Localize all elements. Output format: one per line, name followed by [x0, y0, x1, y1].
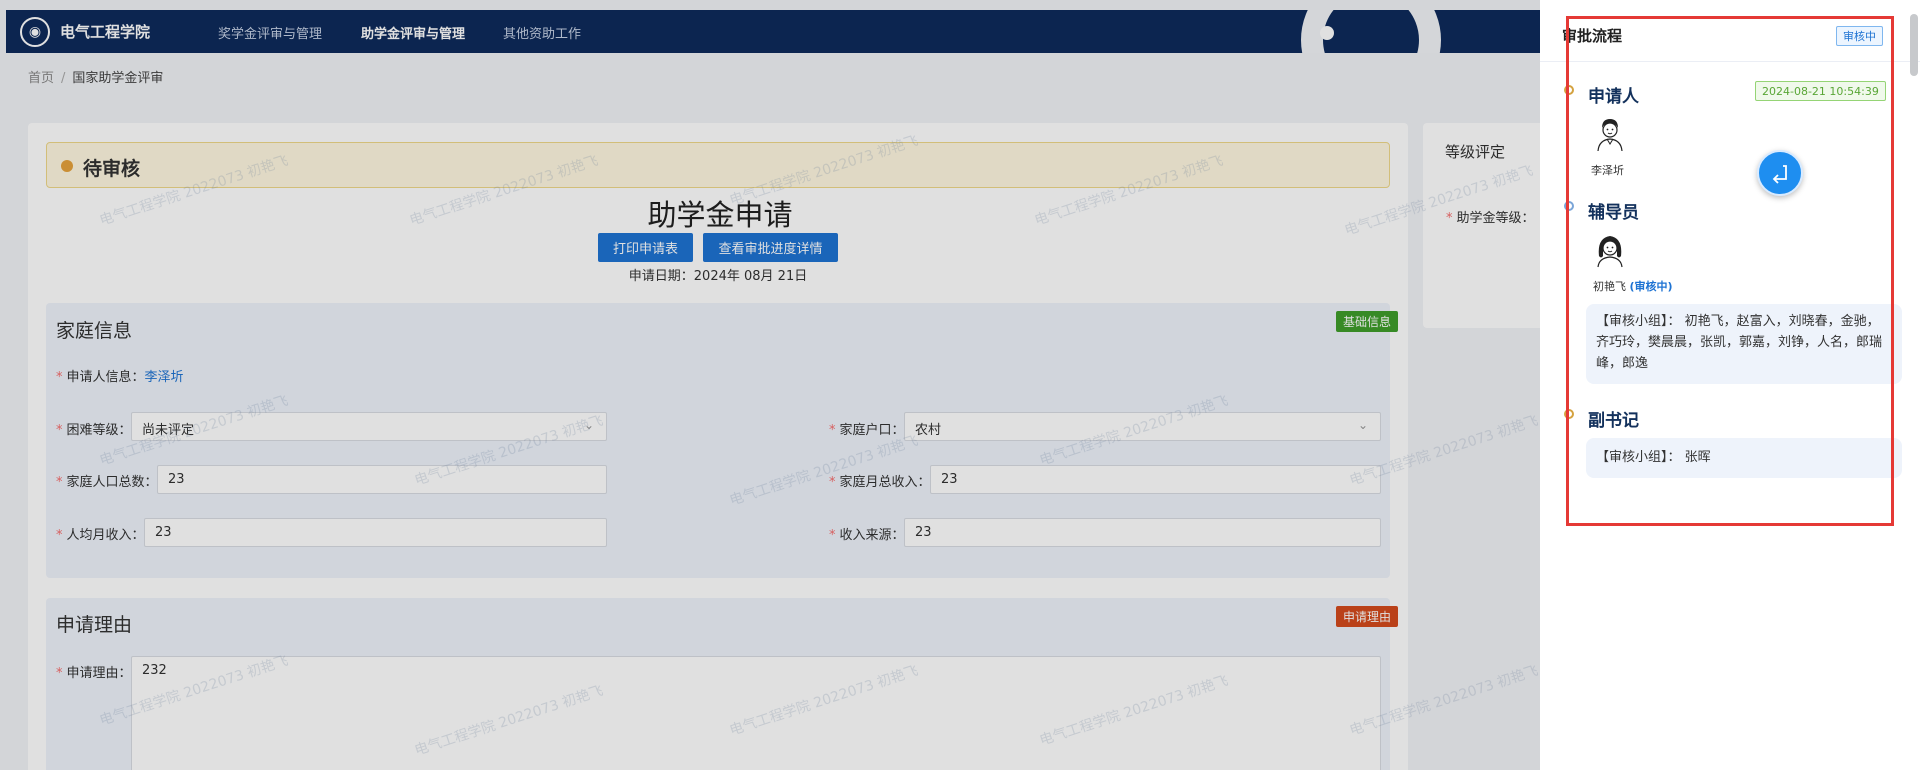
drawer-status-badge: 审核中 — [1836, 26, 1883, 46]
drawer-header: 审批流程 审核中 — [1540, 0, 1920, 62]
counselor-name-row: 初艳飞 (审核中) — [1593, 278, 1673, 294]
timeline-dot — [1564, 85, 1574, 95]
step-counselor-title: 辅导员 — [1588, 203, 1639, 223]
male-avatar-icon — [1597, 119, 1623, 152]
submit-time-badge: 2024-08-21 10:54:39 — [1755, 81, 1886, 101]
counselor-status: (审核中) — [1629, 280, 1673, 293]
applicant-name: 李泽圻 — [1591, 164, 1624, 177]
timeline-dot — [1564, 201, 1574, 211]
counselor-review-group: 【审核小组】： 初艳飞，赵富入，刘晓春，金驰，齐巧玲，樊晨晨，张凯，郭嘉，刘铮，… — [1586, 304, 1902, 384]
approval-flow-drawer: 审批流程 审核中 申请人 2024-08-21 10:54:39 李泽圻 辅导员… — [1540, 0, 1920, 770]
timeline-dot — [1564, 409, 1574, 419]
return-arrow-icon — [1772, 165, 1787, 184]
modal-overlay[interactable] — [0, 0, 1540, 770]
deputy-review-group: 【审核小组】： 张晖 — [1586, 438, 1902, 478]
step-applicant-title: 申请人 — [1588, 87, 1639, 107]
step-deputy-secretary-title: 副书记 — [1588, 411, 1639, 431]
return-float-button[interactable] — [1757, 150, 1803, 196]
drawer-scrollbar[interactable] — [1910, 14, 1918, 76]
female-avatar-icon — [1597, 236, 1623, 268]
drawer-title: 审批流程 — [1562, 27, 1623, 45]
counselor-name: 初艳飞 — [1593, 280, 1626, 293]
